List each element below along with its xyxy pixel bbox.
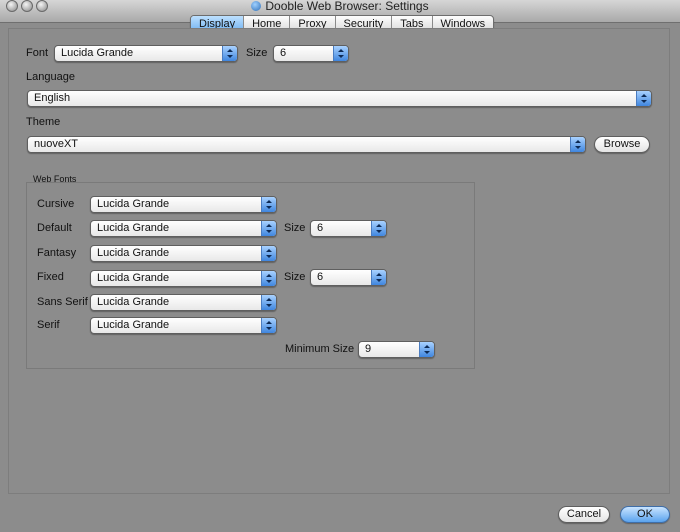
minimum-size-select[interactable]: 9 — [358, 341, 435, 358]
default-size-label: Size — [284, 222, 306, 234]
fantasy-label: Fantasy — [37, 247, 77, 259]
fixed-size-select[interactable]: 6 — [310, 269, 387, 286]
web-fonts-title: Web Fonts — [33, 174, 77, 184]
theme-label: Theme — [26, 116, 61, 128]
cancel-button[interactable]: Cancel — [558, 506, 610, 523]
updown-chevron-icon — [570, 137, 585, 152]
language-select[interactable]: English — [27, 90, 652, 107]
updown-chevron-icon — [261, 271, 276, 286]
updown-chevron-icon — [371, 221, 386, 236]
font-select[interactable]: Lucida Grande — [54, 45, 238, 62]
cursive-label: Cursive — [37, 198, 75, 210]
ok-button[interactable]: OK — [620, 506, 670, 523]
size-label: Size — [246, 47, 268, 59]
updown-chevron-icon — [261, 295, 276, 310]
updown-chevron-icon — [261, 197, 276, 212]
cursive-font-select[interactable]: Lucida Grande — [90, 196, 277, 213]
serif-label: Serif — [37, 319, 60, 331]
dooble-globe-icon — [251, 1, 262, 11]
font-label: Font — [26, 47, 49, 59]
updown-chevron-icon — [371, 270, 386, 285]
size-select[interactable]: 6 — [273, 45, 349, 62]
updown-chevron-icon — [222, 46, 237, 61]
minimum-size-label: Minimum Size — [285, 343, 355, 355]
default-size-select[interactable]: 6 — [310, 220, 387, 237]
fixed-font-select[interactable]: Lucida Grande — [90, 270, 277, 287]
sans-serif-label: Sans Serif — [37, 296, 88, 308]
updown-chevron-icon — [333, 46, 348, 61]
window-title: Dooble Web Browser: Settings — [0, 0, 680, 12]
sans-serif-font-select[interactable]: Lucida Grande — [90, 294, 277, 311]
serif-font-select[interactable]: Lucida Grande — [90, 317, 277, 334]
updown-chevron-icon — [419, 342, 434, 357]
updown-chevron-icon — [261, 246, 276, 261]
updown-chevron-icon — [261, 318, 276, 333]
updown-chevron-icon — [636, 91, 651, 106]
fixed-label: Fixed — [37, 271, 64, 283]
fantasy-font-select[interactable]: Lucida Grande — [90, 245, 277, 262]
language-label: Language — [26, 71, 75, 83]
theme-select[interactable]: nuoveXT — [27, 136, 586, 153]
browse-button[interactable]: Browse — [594, 136, 650, 153]
fixed-size-label: Size — [284, 271, 306, 283]
default-label: Default — [37, 222, 72, 234]
default-font-select[interactable]: Lucida Grande — [90, 220, 277, 237]
updown-chevron-icon — [261, 221, 276, 236]
